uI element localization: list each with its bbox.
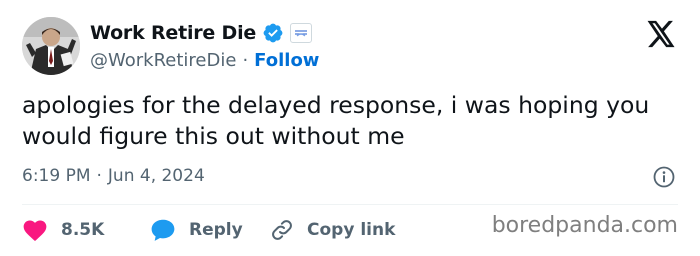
avatar-image [22,17,80,75]
tweet-time: 6:19 PM [22,166,91,186]
info-icon[interactable] [652,165,676,189]
divider [22,204,678,205]
handle-separator: · [242,49,249,71]
affiliate-badge-icon[interactable] [290,23,313,43]
like-count: 8.5K [61,220,105,240]
watermark: boredpanda.com [491,213,678,238]
author-display-name[interactable]: Work Retire Die [90,22,256,44]
avatar[interactable] [22,17,80,75]
link-icon [272,220,292,240]
tweet-text: apologies for the delayed response, i wa… [22,91,650,150]
copy-link-button[interactable]: Copy link [270,218,395,242]
reply-button[interactable]: Reply [150,218,270,242]
author-name-row: Work Retire Die [90,20,313,46]
tweet-timestamp[interactable]: 6:19 PM · Jun 4, 2024 [22,166,205,186]
heart-icon [23,220,47,242]
like-button[interactable]: 8.5K [22,218,150,242]
action-bar: 8.5K Reply Copy link [22,215,395,245]
x-logo-icon[interactable] [646,20,676,48]
timestamp-separator: · [96,166,102,186]
tweet-date: Jun 4, 2024 [107,166,205,186]
reply-label: Reply [189,220,243,240]
author-handle[interactable]: @WorkRetireDie [90,50,236,71]
copy-link-label: Copy link [307,220,396,240]
speech-bubble-icon [151,219,175,241]
author-handle-row: @WorkRetireDie · Follow [90,48,319,72]
verified-badge-icon [263,23,283,43]
follow-button[interactable]: Follow [254,50,319,71]
